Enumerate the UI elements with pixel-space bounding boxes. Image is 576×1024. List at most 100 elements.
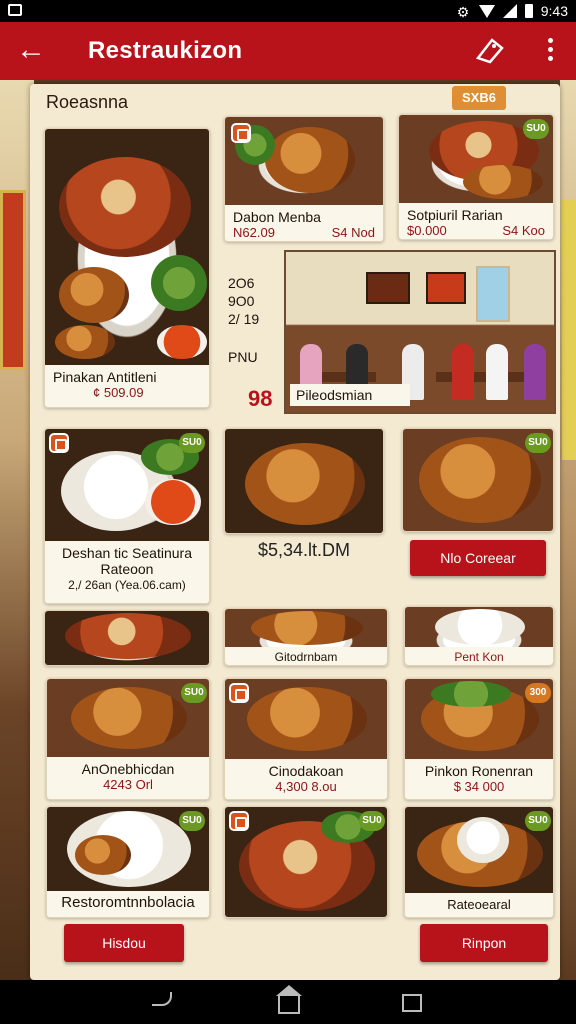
- food-photo: [45, 611, 209, 665]
- menu-board: [426, 272, 466, 304]
- menu-panel: Roeasnna SXB6 Pinakan Antitleni ¢ 509.09: [30, 84, 560, 980]
- system-nav-bar: [0, 980, 576, 1024]
- side-stats: 2O6 9O0 2/ 19 PNU: [228, 274, 284, 366]
- dining-room-photo[interactable]: Pileodsmian: [284, 250, 556, 414]
- highlight-number: 98: [248, 386, 273, 411]
- menu-card[interactable]: SU0: [224, 806, 388, 918]
- restaurant-wall-right: [560, 80, 576, 980]
- curry-bowl: [251, 611, 363, 645]
- item-name: AnOnebhicdan: [81, 761, 175, 777]
- item-price: S4 Koo: [502, 223, 545, 238]
- item-price: $ 34 000: [453, 779, 505, 794]
- menu-card[interactable]: Pent Kon: [404, 606, 554, 666]
- menu-card[interactable]: Cinodakoan 4,300 8.ou: [224, 678, 388, 800]
- menu-card[interactable]: SU0 Rateoearal: [404, 806, 554, 918]
- restaurant-wall-left: [0, 80, 34, 980]
- settings-icon: ⚙: [456, 4, 470, 20]
- price-row: N62.09 S4 Nod: [233, 225, 375, 241]
- status-bar: ⚙ 9:43: [0, 0, 576, 22]
- greens: [431, 681, 511, 707]
- menu-card[interactable]: 300 Pinkon Ronenran $ 34 000: [404, 678, 554, 800]
- history-button[interactable]: Hisdou: [64, 924, 184, 962]
- sauce-cup: [145, 479, 201, 525]
- item-name: Rateoearal: [447, 897, 511, 912]
- back-arrow-icon[interactable]: ←: [14, 34, 48, 68]
- menu-card[interactable]: SU0 Sotpiuril Rarian $0.000 S4 Koo: [398, 114, 554, 240]
- tag-icon[interactable]: [472, 34, 508, 68]
- card-caption: Cinodakoan 4,300 8.ou: [225, 759, 387, 799]
- card-caption: Restoromtnnbolacia: [47, 891, 209, 917]
- veg-badge-icon: SU0: [359, 811, 385, 831]
- menu-card[interactable]: Gitodrnbam: [224, 608, 388, 666]
- item-name: Gitodrnbam: [274, 650, 338, 664]
- photo-caption: Pileodsmian: [290, 384, 410, 406]
- menu-card[interactable]: SU0 Deshan tic Seatinura Rateoon 2,/ 26a…: [44, 428, 210, 604]
- food-photo: [225, 429, 383, 533]
- category-icon: [49, 433, 69, 453]
- menu-card[interactable]: SU0 Restoromtnnbolacia: [46, 806, 210, 918]
- veg-badge-icon: 300: [525, 683, 551, 703]
- rice-cup: [457, 817, 509, 863]
- item-price: 2,/ 26an (Yea.06.cam): [68, 578, 186, 592]
- report-button[interactable]: Rinpon: [420, 924, 548, 962]
- panel-badge: SXB6: [452, 86, 506, 110]
- item-price: 4,300 8.ou: [275, 779, 337, 794]
- order-button[interactable]: Nlo Coreear: [410, 540, 546, 576]
- image-notification-icon: [8, 4, 22, 16]
- stir-fry-plate: [247, 687, 367, 751]
- diner: [524, 344, 546, 400]
- item-name: Deshan tic Seatinura: [62, 545, 192, 561]
- price-row: $0.000 S4 Koo: [407, 223, 545, 239]
- grilled-fish: [71, 687, 187, 749]
- card-caption: Sotpiuril Rarian $0.000 S4 Koo: [399, 203, 553, 239]
- card-caption: Rateoearal: [405, 893, 553, 917]
- noodle-bowl: [65, 613, 191, 659]
- status-time: 9:43: [540, 3, 568, 19]
- veg-badge-icon: SU0: [179, 433, 205, 453]
- veg-badge-icon: SU0: [525, 433, 551, 453]
- menu-card-main[interactable]: Pinakan Antitleni ¢ 509.09: [44, 128, 210, 408]
- menu-card[interactable]: SU0 AnOnebhicdan 4243 Orl: [46, 678, 210, 800]
- item-name: Restoromtnnbolacia: [61, 894, 195, 911]
- food-photo: [225, 679, 387, 759]
- wifi-icon: [478, 4, 495, 18]
- fried-dish: [463, 165, 543, 199]
- card-caption: Deshan tic Seatinura Rateoon 2,/ 26an (Y…: [45, 541, 209, 603]
- noodle-bowl: [59, 157, 191, 257]
- wall-poster: [0, 190, 26, 370]
- menu-card[interactable]: SU0: [402, 428, 554, 532]
- item-name: Pinkon Ronenran: [424, 763, 534, 779]
- item-name: Sotpiuril Rarian: [407, 207, 503, 223]
- stat-line: PNU: [228, 349, 258, 365]
- veg-badge-icon: SU0: [523, 119, 549, 139]
- item-price: 4243 Orl: [103, 777, 153, 792]
- stir-fry-plate: [245, 443, 365, 525]
- item-name: Pinakan Antitleni: [53, 369, 157, 385]
- veg-badge-icon: SU0: [525, 811, 551, 831]
- food-photo: [45, 129, 209, 365]
- card-caption: Pinkon Ronenran $ 34 000: [405, 759, 553, 799]
- item-name: Pent Kon: [454, 650, 504, 664]
- stat-line: 2/ 19: [228, 311, 260, 327]
- card-caption: Gitodrnbam: [225, 647, 387, 665]
- fried-chicken: [265, 127, 355, 193]
- item-price: S4 Nod: [331, 225, 375, 240]
- veg-badge-icon: SU0: [181, 683, 207, 703]
- stat-line: 2O6: [228, 275, 255, 291]
- menu-card[interactable]: [44, 610, 210, 666]
- wall-poster: [562, 200, 576, 460]
- nav-back-icon[interactable]: [152, 992, 172, 1006]
- nav-recents-icon[interactable]: [402, 994, 422, 1012]
- menu-card[interactable]: Dabon Menba N62.09 S4 Nod: [224, 116, 384, 242]
- battery-icon: [524, 4, 533, 18]
- more-options-icon[interactable]: [536, 34, 564, 68]
- menu-card[interactable]: [224, 428, 384, 534]
- side-dish: [151, 255, 207, 311]
- nav-home-icon[interactable]: [276, 985, 302, 1014]
- card-caption: Dabon Menba N62.09 S4 Nod: [225, 205, 383, 241]
- meat: [75, 835, 131, 875]
- category-icon: [229, 811, 249, 831]
- item-name: Dabon Menba: [233, 209, 321, 225]
- item-price: ¢ 509.09: [93, 385, 144, 400]
- stat-line: 9O0: [228, 293, 255, 309]
